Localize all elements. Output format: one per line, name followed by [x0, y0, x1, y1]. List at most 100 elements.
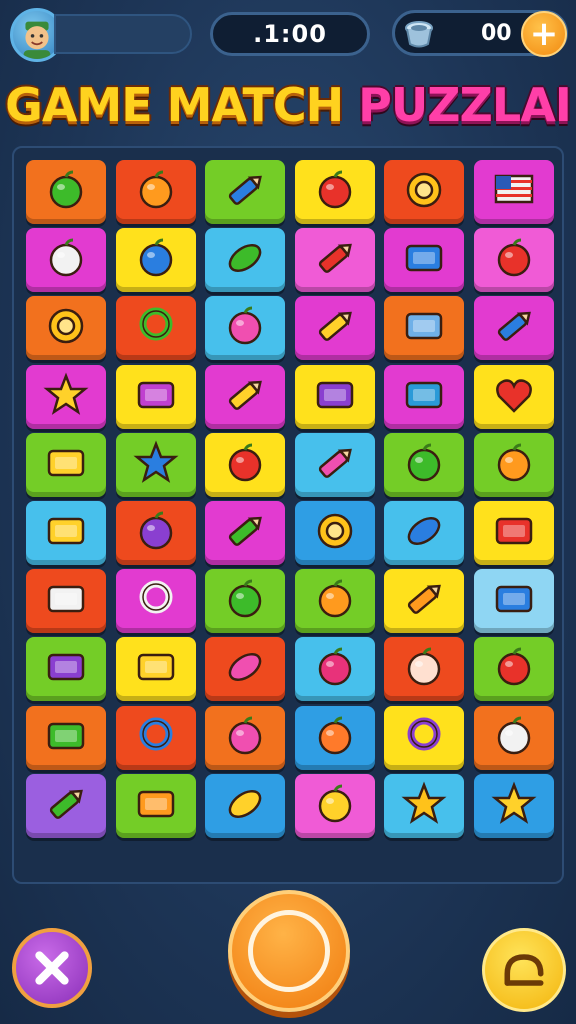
orange-fruit-icon — [139, 170, 172, 209]
green-balloon-icon — [49, 170, 83, 209]
coin-pot-icon — [401, 16, 437, 52]
tile-yellow-eraser[interactable] — [26, 432, 106, 497]
tile-yellow-pencil[interactable] — [294, 296, 375, 361]
tile-purple-ring[interactable] — [384, 705, 465, 770]
tile-pink-pencil[interactable] — [294, 432, 375, 497]
tile-green-marker[interactable] — [205, 501, 286, 565]
tile-flower-pot[interactable] — [26, 228, 106, 293]
tile-blue-book[interactable] — [474, 569, 554, 634]
tile-red-snail[interactable] — [474, 228, 554, 293]
yellow-crayon-icon — [229, 380, 263, 410]
tile-yellow-roll[interactable] — [115, 637, 196, 702]
tile-green-balloon[interactable] — [26, 160, 106, 224]
pink-pencil-icon — [318, 448, 352, 478]
green-card-icon — [47, 722, 85, 749]
tile-envelope[interactable] — [384, 364, 465, 429]
tile-blue-ball[interactable] — [115, 228, 196, 293]
yellow-hat-icon — [318, 784, 352, 823]
gold-star-icon — [401, 781, 447, 824]
tile-yellow-crayon[interactable] — [205, 364, 286, 429]
red-crayon-icon — [318, 243, 352, 274]
tile-blue-tag[interactable] — [384, 228, 465, 293]
red-lollipop-icon — [228, 443, 262, 482]
close-button[interactable] — [12, 928, 92, 1008]
tile-tape[interactable] — [26, 569, 106, 634]
tile-green-leaf[interactable] — [205, 228, 286, 293]
tile-red-apple[interactable] — [294, 160, 375, 224]
tile-pink-bean[interactable] — [205, 637, 286, 702]
tile-magnifier[interactable] — [115, 569, 196, 634]
tile-red-heart[interactable] — [474, 364, 554, 429]
tile-orange-bird[interactable] — [474, 432, 554, 497]
blue-star-icon — [133, 440, 179, 483]
blue-leaf-icon — [408, 517, 441, 545]
tile-gold-star[interactable] — [384, 773, 465, 838]
blue-ring-icon — [139, 717, 173, 751]
tile-green-crayon[interactable] — [26, 773, 106, 838]
tile-red-lollipop[interactable] — [205, 432, 286, 497]
exit-button[interactable] — [482, 928, 566, 1012]
red-heart-icon — [496, 378, 532, 413]
tile-camera[interactable] — [115, 364, 196, 429]
tile-red-cloud[interactable] — [474, 637, 554, 702]
tile-blue-pencil[interactable] — [474, 296, 554, 361]
tile-sun[interactable] — [384, 160, 465, 224]
coin-counter: 00 + — [392, 10, 568, 57]
orange-bird-icon — [497, 443, 531, 482]
yellow-battery-icon — [47, 517, 85, 545]
tile-sun-gear[interactable] — [294, 501, 375, 565]
tile-star-bird[interactable] — [474, 773, 554, 838]
green-apple-icon — [408, 443, 441, 482]
tile-blue-star[interactable] — [115, 432, 196, 497]
exit-icon — [504, 954, 544, 986]
yellow-star-icon — [43, 372, 89, 415]
green-marker-icon — [229, 516, 263, 546]
title-part-2: PUZZLAI — [358, 78, 572, 132]
pink-bean-icon — [228, 653, 262, 682]
tile-green-apple[interactable] — [384, 432, 465, 497]
sun-icon — [407, 172, 442, 208]
tile-white-bag[interactable] — [474, 705, 554, 770]
blue-tag-icon — [406, 244, 443, 272]
add-coins-button[interactable]: + — [521, 11, 567, 57]
tile-purple-ball[interactable] — [115, 501, 196, 565]
tile-radish[interactable] — [294, 637, 375, 702]
tile-yellow-lemon[interactable] — [205, 773, 286, 838]
tile-blue-leaf[interactable] — [384, 501, 465, 565]
close-icon — [35, 951, 69, 985]
tile-phone[interactable] — [384, 296, 465, 361]
flower-pot-icon — [49, 238, 83, 277]
tile-eye[interactable] — [384, 637, 465, 702]
tile-orange-pencil[interactable] — [384, 569, 465, 634]
tile-green-apple-2[interactable] — [205, 569, 286, 634]
green-crayon-icon — [49, 789, 83, 819]
tile-blue-crayon[interactable] — [205, 160, 286, 224]
blue-book-icon — [495, 585, 533, 613]
start-ring-icon — [248, 910, 330, 992]
tile-orange-apple[interactable] — [294, 569, 375, 634]
tile-orange-eraser[interactable] — [115, 773, 196, 838]
tile-green-card[interactable] — [26, 705, 106, 770]
tile-yellow-hat[interactable] — [294, 773, 375, 838]
tile-pink-apple[interactable] — [205, 296, 286, 361]
tile-red-crayon[interactable] — [294, 228, 375, 293]
sun-gear-icon — [317, 513, 353, 549]
tile-sunflower[interactable] — [26, 296, 106, 361]
tile-yellow-battery[interactable] — [26, 501, 106, 565]
tile-purple-box[interactable] — [26, 637, 106, 702]
tile-purple-block[interactable] — [294, 364, 375, 429]
main-action-button[interactable] — [228, 890, 350, 1012]
tile-red-truck[interactable] — [474, 501, 554, 565]
red-truck-icon — [495, 517, 533, 545]
tile-ufo[interactable] — [294, 705, 375, 770]
purple-block-icon — [316, 381, 354, 408]
tile-blue-ring[interactable] — [115, 705, 196, 770]
red-cloud-icon — [497, 647, 531, 686]
tile-green-ring[interactable] — [115, 296, 196, 361]
tile-usa-flag[interactable] — [474, 160, 554, 224]
tile-orange-fruit[interactable] — [115, 160, 196, 224]
magnifier-icon — [139, 580, 173, 614]
tile-yellow-star[interactable] — [26, 364, 106, 429]
tile-pink-face[interactable] — [205, 705, 286, 770]
game-board — [12, 146, 564, 884]
